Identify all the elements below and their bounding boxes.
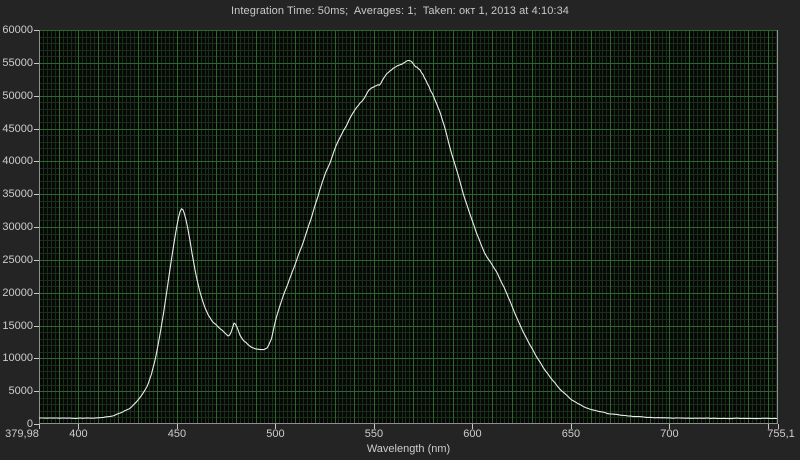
y-tick-label: 55000 <box>0 57 33 69</box>
x-tick-label: 650 <box>541 428 601 440</box>
spectrum-plot <box>39 30 778 424</box>
chart-title: Integration Time: 50ms; Averages: 1; Tak… <box>0 5 800 17</box>
y-tick-label: 5000 <box>0 385 33 397</box>
y-tick-label: 40000 <box>0 155 33 167</box>
y-tick-label: 25000 <box>0 254 33 266</box>
x-tick-label: 500 <box>245 428 305 440</box>
y-tick-label: 60000 <box>0 24 33 36</box>
spectrometer-window: { "header": { "title": "Integration Time… <box>0 0 800 460</box>
x-axis-title: Wavelength (nm) <box>39 443 778 455</box>
x-tick-label: 450 <box>147 428 207 440</box>
y-tick-label: 50000 <box>0 90 33 102</box>
y-tick-label: 20000 <box>0 287 33 299</box>
x-tick-label: 600 <box>442 428 502 440</box>
x-tick-label: 379,98 <box>0 428 52 440</box>
y-tick-label: 30000 <box>0 221 33 233</box>
y-tick-label: 45000 <box>0 123 33 135</box>
x-tick-label: 700 <box>639 428 699 440</box>
chart-canvas[interactable] <box>39 30 778 424</box>
x-tick-label: 550 <box>344 428 404 440</box>
x-tick-label: 400 <box>48 428 108 440</box>
y-tick-label: 10000 <box>0 352 33 364</box>
y-tick-label: 15000 <box>0 320 33 332</box>
y-tick-label: 35000 <box>0 188 33 200</box>
x-tick-label: 755,1 <box>751 428 800 440</box>
